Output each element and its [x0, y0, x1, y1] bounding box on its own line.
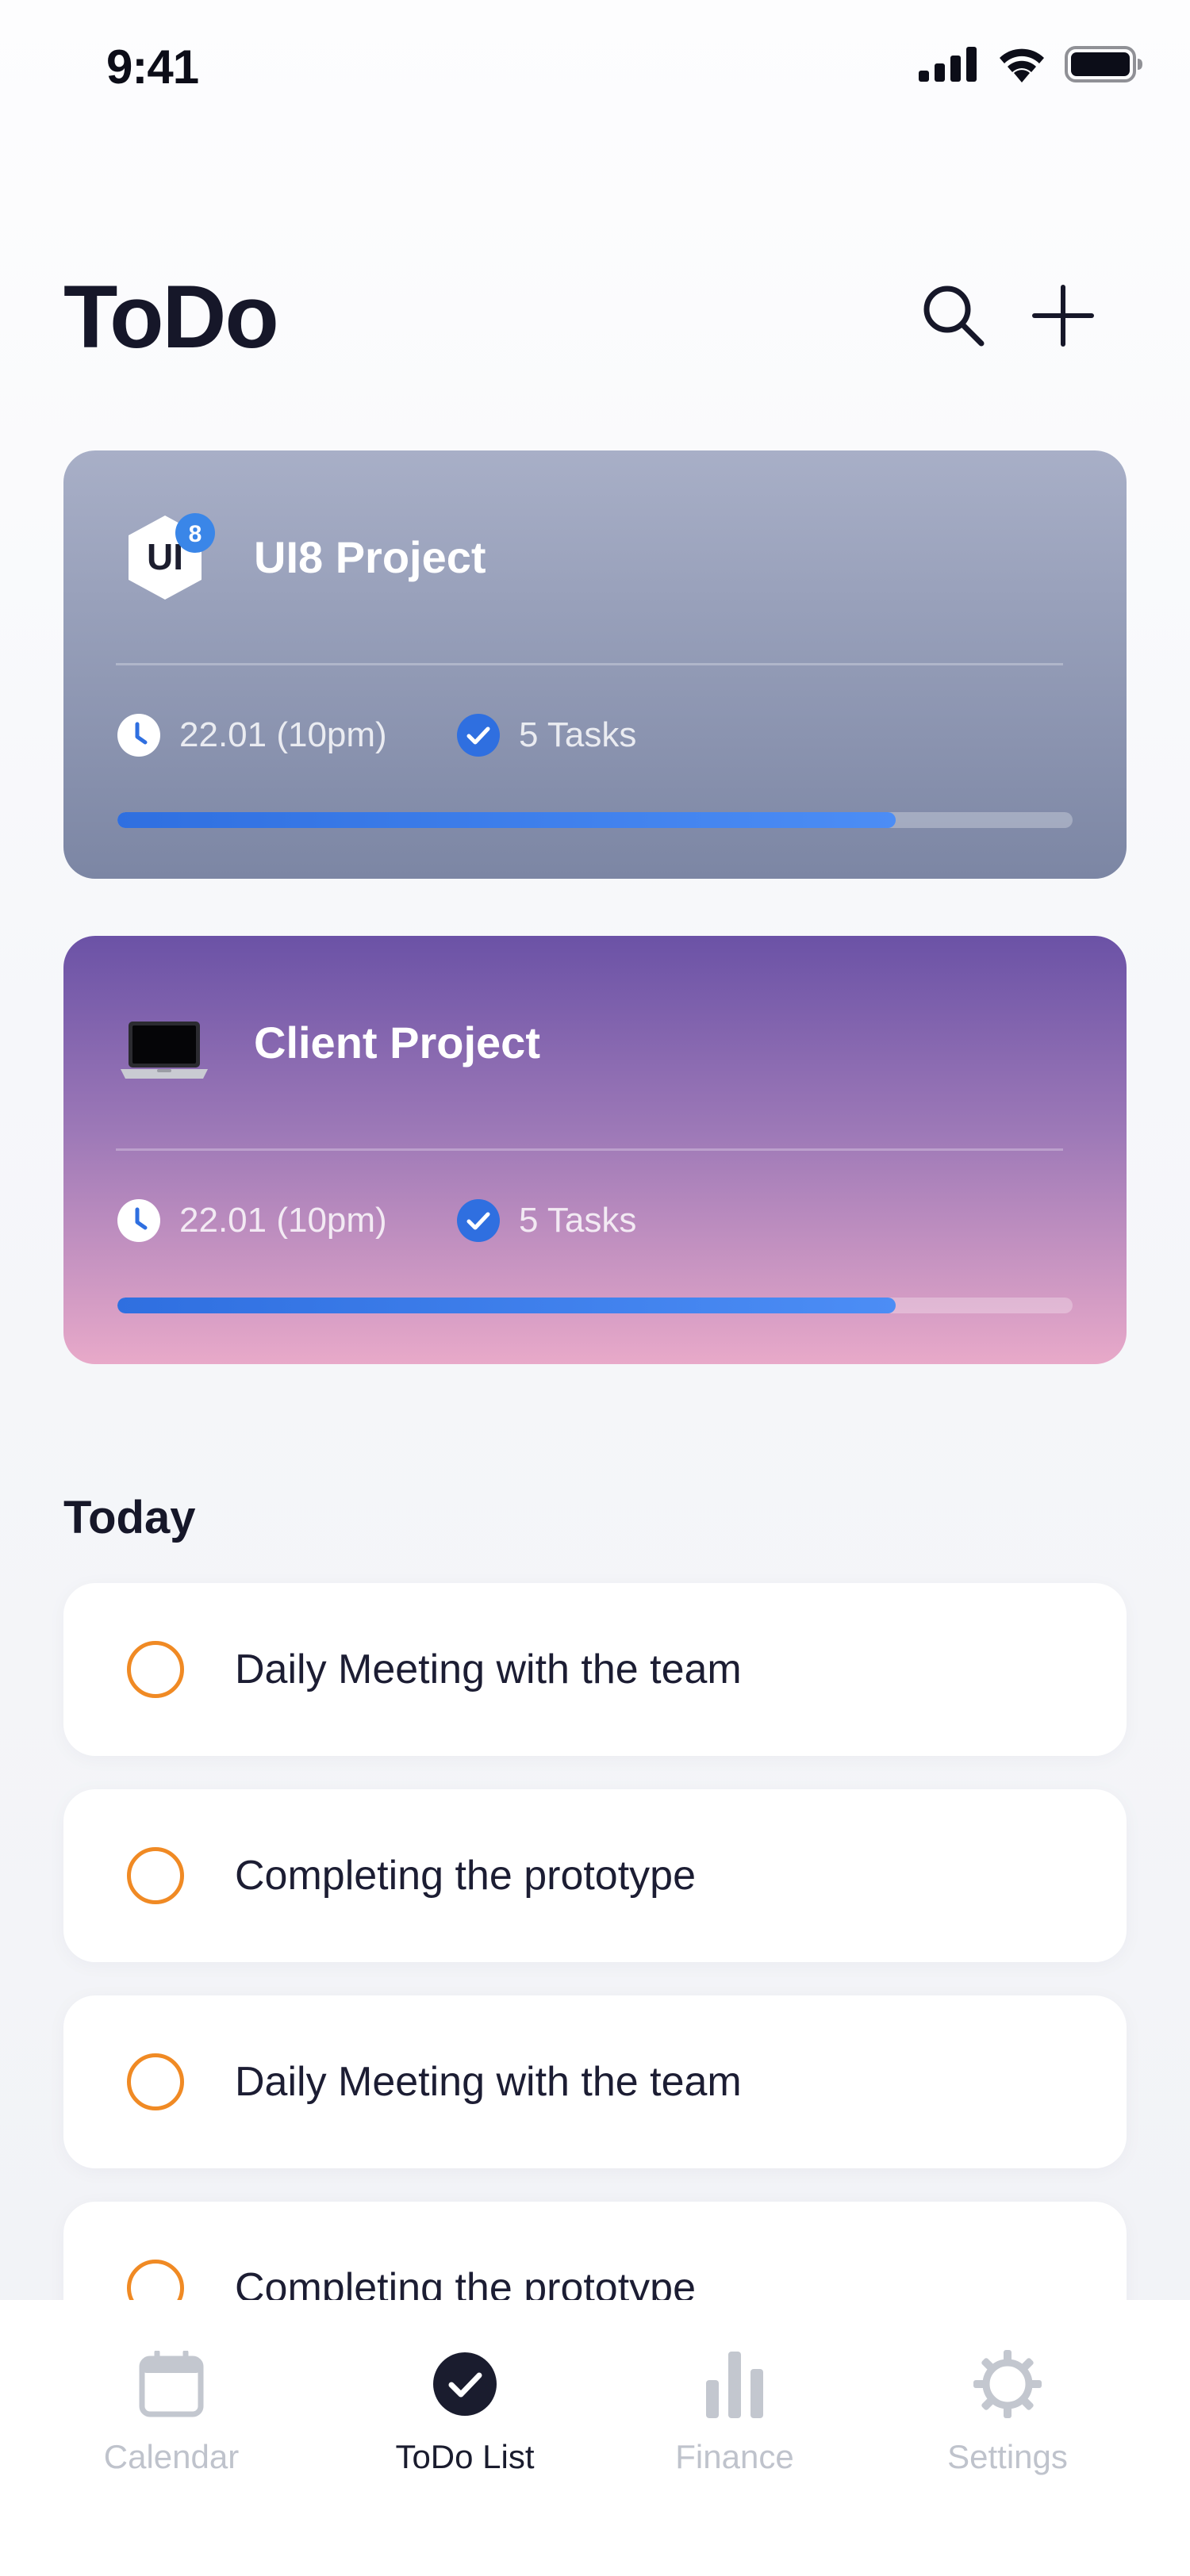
- tab-label: ToDo List: [395, 2438, 535, 2475]
- task-text: Completing the prototype: [235, 1853, 697, 1899]
- project-date: 22.01 (10pm): [116, 712, 387, 758]
- clock-icon: [117, 1199, 160, 1242]
- project-tasks-text: 5 Tasks: [519, 715, 637, 754]
- search-icon: [923, 286, 985, 347]
- task-item[interactable]: Completing the prototype: [63, 1789, 1127, 1962]
- task-text: Daily Meeting with the team: [235, 2059, 742, 2105]
- card-divider: [116, 1148, 1063, 1151]
- search-button[interactable]: [914, 276, 993, 355]
- todo-screen: 9:41 ToDo UI 8 UI8 Project 22.01 (10pm) …: [0, 0, 1190, 2576]
- project-date: 22.01 (10pm): [116, 1198, 387, 1244]
- status-time: 9:41: [106, 40, 199, 94]
- ui8-logo: UI 8: [117, 511, 216, 609]
- project-tasks: 5 Tasks: [455, 712, 636, 758]
- project-title: UI8 Project: [254, 532, 486, 582]
- tab-label: Finance: [675, 2438, 794, 2475]
- ui8-badge: 8: [189, 521, 202, 547]
- laptop-icon: [117, 996, 216, 1094]
- tab-calendar[interactable]: Calendar: [52, 2344, 290, 2476]
- check-circle-icon: [457, 714, 500, 757]
- tab-finance[interactable]: Finance: [616, 2344, 854, 2476]
- task-checkbox[interactable]: [127, 1847, 184, 1904]
- progress-bar: [117, 1298, 1073, 1313]
- project-date-text: 22.01 (10pm): [179, 715, 387, 754]
- wifi-icon: [1000, 48, 1044, 82]
- task-text: Daily Meeting with the team: [235, 1646, 742, 1692]
- bar-chart-icon: [706, 2352, 763, 2418]
- project-tasks: 5 Tasks: [455, 1198, 636, 1244]
- check-circle-icon: [457, 1199, 500, 1242]
- section-title-today: Today: [63, 1492, 196, 1543]
- project-card-client[interactable]: Client Project 22.01 (10pm) 5 Tasks: [63, 936, 1127, 1364]
- project-tasks-text: 5 Tasks: [519, 1201, 637, 1240]
- tab-label: Calendar: [103, 2438, 240, 2475]
- signal-icon: [919, 47, 977, 82]
- task-checkbox[interactable]: [127, 2053, 184, 2110]
- calendar-icon: [139, 2351, 204, 2417]
- card-divider: [116, 663, 1063, 665]
- tab-settings[interactable]: Settings: [889, 2344, 1127, 2476]
- plus-icon: [1032, 285, 1094, 347]
- task-item[interactable]: Daily Meeting with the team: [63, 1583, 1127, 1756]
- task-item[interactable]: Daily Meeting with the team: [63, 1995, 1127, 2168]
- project-card-ui8[interactable]: UI 8 UI8 Project 22.01 (10pm) 5 Tasks: [63, 450, 1127, 879]
- project-date-text: 22.01 (10pm): [179, 1201, 387, 1240]
- progress-fill: [117, 812, 896, 828]
- check-circle-icon: [433, 2352, 497, 2416]
- tab-bar: Calendar ToDo List Finance Settings: [0, 2300, 1190, 2576]
- page-title: ToDo: [63, 267, 279, 366]
- add-button[interactable]: [1023, 276, 1103, 355]
- tab-label: Settings: [947, 2438, 1068, 2475]
- gear-icon: [973, 2350, 1042, 2418]
- battery-icon: [1065, 46, 1142, 82]
- tab-todo-list[interactable]: ToDo List: [346, 2344, 584, 2476]
- clock-icon: [117, 714, 160, 757]
- task-checkbox[interactable]: [127, 1641, 184, 1698]
- project-title: Client Project: [254, 1018, 540, 1068]
- progress-bar: [117, 812, 1073, 828]
- status-icons: [919, 46, 1144, 82]
- progress-fill: [117, 1298, 896, 1313]
